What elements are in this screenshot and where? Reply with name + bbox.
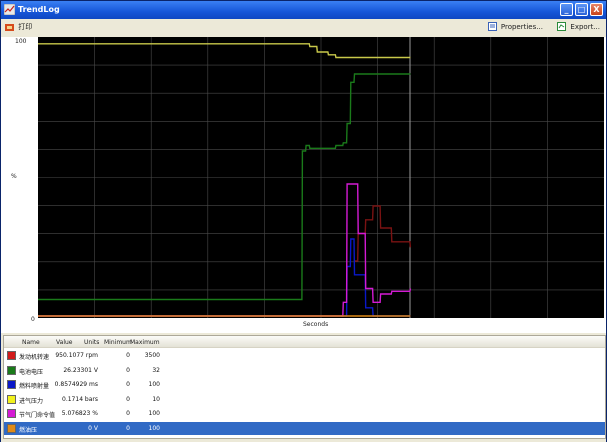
channel-table: Name Value Units Minimum Maximum 发动机转速 95… <box>3 335 606 439</box>
export-button[interactable]: Export... <box>557 22 600 31</box>
channel-name: 发动机转速 <box>19 354 50 361</box>
window-title: TrendLog <box>18 5 60 14</box>
channel-maximum: 100 <box>148 425 160 432</box>
color-swatch[interactable] <box>7 394 16 404</box>
channel-value: 950.1077 rpm <box>55 352 98 359</box>
channel-minimum: 0 <box>126 410 130 418</box>
table-row[interactable]: 电池电压 26.23301 V 0 32 <box>4 364 605 377</box>
channel-value: 5.076823 % <box>61 410 98 418</box>
export-icon <box>557 22 567 31</box>
channel-minimum: 0 <box>126 366 130 374</box>
toolbar-right: Properties... Export... <box>476 22 600 34</box>
title-bar[interactable]: TrendLog _ □ X <box>1 1 606 19</box>
header-maximum[interactable]: Maximum <box>130 339 160 346</box>
properties-label: Properties... <box>500 22 543 31</box>
channel-maximum: 32 <box>152 366 160 374</box>
channel-name: 进气压力 <box>19 397 44 405</box>
print-button[interactable]: 打印 <box>5 22 32 34</box>
y-max-label: 100 <box>15 38 27 45</box>
maximize-button[interactable]: □ <box>575 3 588 16</box>
close-button[interactable]: X <box>590 3 603 16</box>
table-row[interactable]: 进气压力 0.1714 bars 0 10 <box>4 393 605 406</box>
header-minimum[interactable]: Minimum <box>104 339 132 346</box>
color-swatch[interactable] <box>7 409 16 419</box>
table-row[interactable]: 发动机转速 950.1077 rpm 0 3500 <box>4 349 605 362</box>
minimize-button[interactable]: _ <box>560 3 573 16</box>
channel-minimum: 0 <box>126 352 130 359</box>
channel-name: 燃油压 <box>19 427 38 434</box>
channel-value: 0.1714 bars <box>62 395 98 403</box>
color-swatch[interactable] <box>7 351 16 360</box>
table-header: Name Value Units Minimum Maximum <box>4 336 605 348</box>
print-label: 打印 <box>18 23 33 31</box>
x-axis-label: Seconds <box>303 321 329 328</box>
color-swatch[interactable] <box>7 380 16 390</box>
channel-minimum: 0 <box>126 395 130 403</box>
trend-plot[interactable] <box>38 37 604 318</box>
y-axis-label: % <box>11 173 17 180</box>
channel-maximum: 3500 <box>144 352 160 359</box>
chart-area: 100 % 0 Seconds <box>1 37 606 333</box>
channel-name: 电池电压 <box>19 368 44 376</box>
header-name[interactable]: Name <box>22 339 40 346</box>
channel-name: 燃料喷射量 <box>19 383 50 391</box>
channel-value: 0 V <box>88 425 98 432</box>
app-icon <box>4 4 15 15</box>
toolbar: 打印 Properties... Export... <box>1 19 606 37</box>
channel-maximum: 100 <box>148 381 160 389</box>
table-row[interactable]: 燃料喷射量 0.8574929 ms 0 100 <box>4 378 605 391</box>
table-row[interactable]: 燃油压 0 V 0 100 <box>4 422 605 435</box>
table-row[interactable]: 节气门命令值 5.076823 % 0 100 <box>4 407 605 420</box>
color-swatch[interactable] <box>7 365 16 375</box>
channel-value: 26.23301 V <box>63 366 98 374</box>
channel-maximum: 10 <box>152 395 160 403</box>
channel-minimum: 0 <box>126 381 130 389</box>
app-window: TrendLog _ □ X 打印 Properties... Export..… <box>0 0 607 442</box>
y-min-label: 0 <box>31 316 35 323</box>
channel-value: 0.8574929 ms <box>54 381 98 389</box>
properties-button[interactable]: Properties... <box>487 22 543 31</box>
export-label: Export... <box>570 22 600 31</box>
properties-icon <box>487 22 497 31</box>
channel-maximum: 100 <box>148 410 160 418</box>
header-value[interactable]: Value <box>56 339 72 346</box>
header-units[interactable]: Units <box>84 339 99 346</box>
color-swatch[interactable] <box>7 424 16 433</box>
channel-minimum: 0 <box>126 425 130 432</box>
print-icon <box>5 23 14 31</box>
